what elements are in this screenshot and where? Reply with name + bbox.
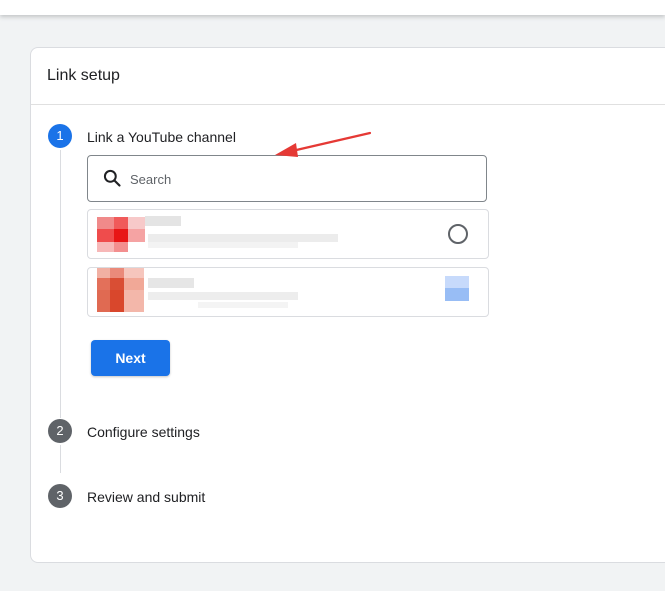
next-button[interactable]: Next	[91, 340, 170, 376]
step-2-number: 2	[48, 419, 72, 443]
step-3-label[interactable]: Review and submit	[87, 489, 205, 505]
step-1-label: Link a YouTube channel	[87, 129, 236, 145]
search-input[interactable]	[130, 166, 470, 192]
card-title: Link setup	[47, 67, 120, 84]
channel-1-radio[interactable]	[448, 224, 468, 244]
link-setup-card: Link setup 1 Link a YouTube channel Sear…	[30, 47, 665, 563]
top-app-bar	[0, 0, 665, 15]
channel-search-box[interactable]	[87, 155, 487, 202]
card-header: Link setup	[31, 48, 665, 105]
channel-option-2[interactable]	[87, 267, 489, 317]
search-icon	[103, 169, 121, 187]
channel-option-1[interactable]	[87, 209, 489, 259]
step-1-number: 1	[48, 124, 72, 148]
step-2-label[interactable]: Configure settings	[87, 424, 200, 440]
step-connector-2	[60, 445, 61, 473]
step-3-number: 3	[48, 484, 72, 508]
step-connector-1	[60, 150, 61, 418]
